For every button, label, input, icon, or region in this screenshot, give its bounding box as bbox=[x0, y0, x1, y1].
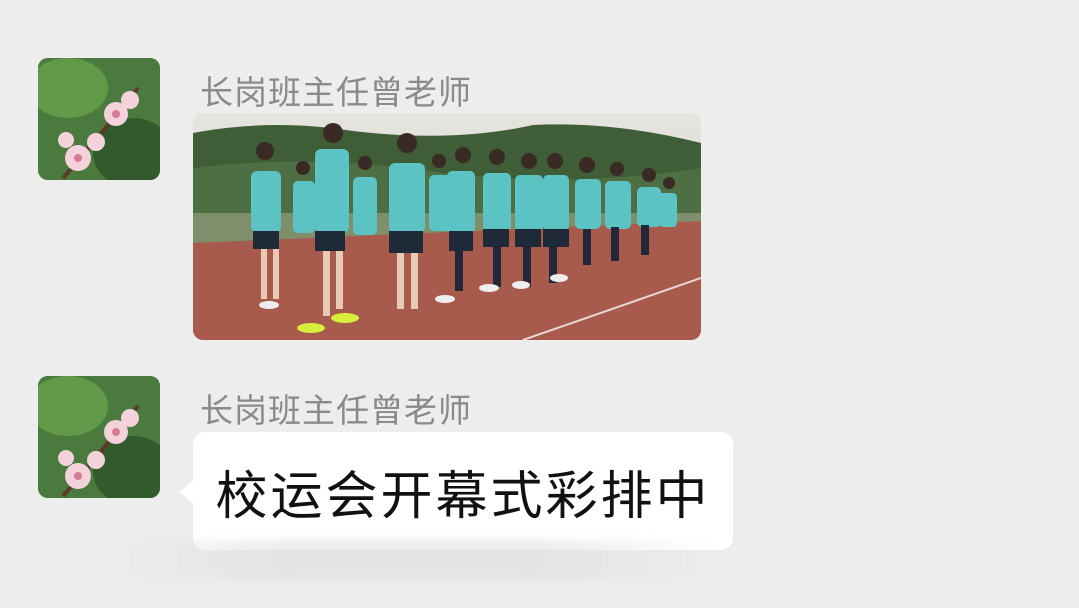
peach-blossom-icon bbox=[38, 58, 160, 180]
chat-photo[interactable] bbox=[193, 113, 701, 340]
peach-blossom-icon bbox=[38, 376, 160, 498]
message-bubble[interactable]: 校运会开幕式彩排中 bbox=[179, 432, 733, 550]
sender-name: 长岗班主任曾老师 bbox=[200, 73, 472, 112]
students-on-track-photo-icon bbox=[193, 113, 701, 340]
message-text: 校运会开幕式彩排中 bbox=[215, 466, 711, 527]
sender-avatar[interactable] bbox=[38, 376, 160, 498]
blurred-overlay bbox=[100, 540, 720, 580]
sender-name: 长岗班主任曾老师 bbox=[200, 391, 472, 430]
sender-avatar[interactable] bbox=[38, 58, 160, 180]
